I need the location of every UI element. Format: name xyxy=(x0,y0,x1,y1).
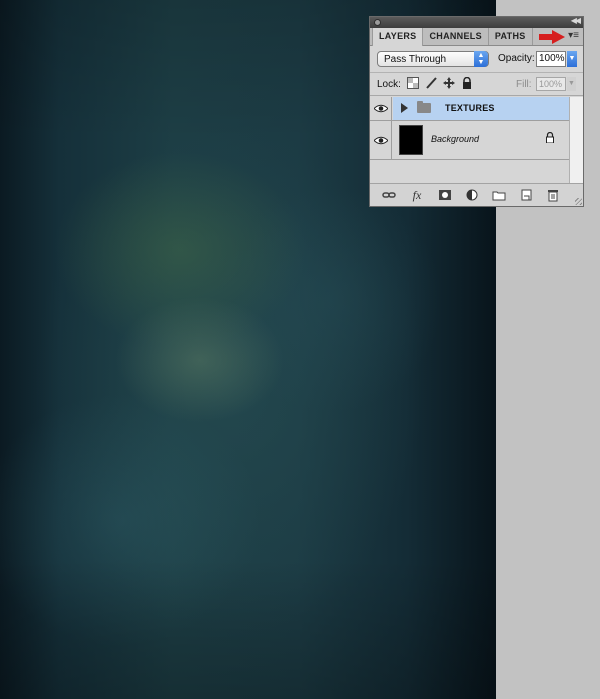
layer-row-textures[interactable]: TEXTURES xyxy=(370,97,569,121)
close-icon[interactable] xyxy=(374,19,381,26)
folder-icon xyxy=(417,101,431,113)
blend-mode-select[interactable]: Pass Through ▲ ▼ xyxy=(377,51,489,67)
new-layer-icon[interactable] xyxy=(519,188,533,202)
lock-all-icon[interactable] xyxy=(461,76,473,89)
panel-titlebar[interactable]: ◀◀ xyxy=(370,16,583,28)
fill-dropdown-icon[interactable]: ▼ xyxy=(567,77,576,91)
red-arrow-icon xyxy=(539,30,565,44)
updown-arrows-icon[interactable]: ▲ ▼ xyxy=(474,51,488,67)
layer-content: Background xyxy=(393,121,569,159)
panel-menu-icon[interactable]: ▾≡ xyxy=(568,31,579,41)
layer-thumbnail xyxy=(399,125,423,155)
tab-layers[interactable]: LAYERS xyxy=(372,28,424,46)
lock-brush-icon[interactable] xyxy=(425,77,437,89)
folder-icon[interactable] xyxy=(492,188,506,202)
layers-panel: ◀◀ LAYERS CHANNELS PATHS ▾≡ Pass Through… xyxy=(369,16,584,207)
opacity-input[interactable]: 100% xyxy=(536,51,566,67)
lock-row: Lock: Fill: 100% ▼ xyxy=(370,73,583,96)
layer-content: TEXTURES xyxy=(393,97,569,120)
blend-row: Pass Through ▲ ▼ Opacity: 100% ▼ xyxy=(370,46,583,73)
opacity-dropdown-icon[interactable]: ▼ xyxy=(567,51,577,67)
layers-list: TEXTURES Background xyxy=(370,97,569,185)
opacity-label: Opacity: xyxy=(498,53,535,64)
tab-channels[interactable]: CHANNELS xyxy=(423,28,489,45)
trash-icon[interactable] xyxy=(546,188,560,202)
fill-label: Fill: xyxy=(516,79,532,90)
lock-transparent-icon[interactable] xyxy=(407,77,419,89)
mask-icon[interactable] xyxy=(438,188,452,202)
layer-row-background[interactable]: Background xyxy=(370,121,569,160)
eye-icon xyxy=(373,104,388,113)
tab-paths[interactable]: PATHS xyxy=(489,28,533,45)
resize-grip-icon[interactable] xyxy=(575,198,582,205)
expand-triangle-icon[interactable] xyxy=(401,103,408,113)
blend-mode-value: Pass Through xyxy=(384,54,447,65)
layers-scrollbar[interactable] xyxy=(569,97,583,185)
layer-name: TEXTURES xyxy=(445,103,495,113)
panel-tabs: LAYERS CHANNELS PATHS ▾≡ xyxy=(370,28,583,46)
lock-icon xyxy=(546,132,554,143)
lock-label: Lock: xyxy=(377,79,401,90)
visibility-toggle[interactable] xyxy=(370,97,392,120)
adjustment-icon[interactable] xyxy=(465,188,479,202)
layer-name: Background xyxy=(431,134,480,144)
panel-bottom-bar: fx xyxy=(370,183,583,206)
fill-input[interactable]: 100% xyxy=(536,77,566,91)
lock-move-icon[interactable] xyxy=(443,77,455,89)
link-icon[interactable] xyxy=(382,188,396,202)
eye-icon xyxy=(373,136,388,144)
fx-icon[interactable]: fx xyxy=(410,188,424,202)
collapse-icon[interactable]: ◀◀ xyxy=(571,16,581,25)
visibility-toggle[interactable] xyxy=(370,121,392,159)
